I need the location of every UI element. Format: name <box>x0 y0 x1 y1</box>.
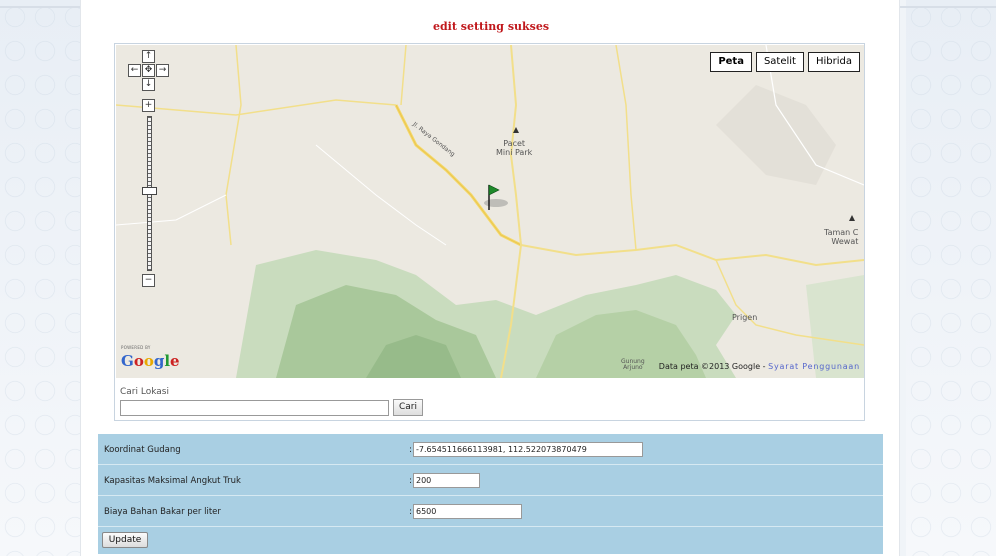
kapasitas-field[interactable] <box>413 473 480 488</box>
settings-row-koordinat: Koordinat Gudang : <box>98 434 883 465</box>
biaya-field[interactable] <box>413 504 522 519</box>
pan-down-icon[interactable]: ↓ <box>142 78 155 91</box>
pan-right-icon[interactable]: → <box>156 64 169 77</box>
search-input[interactable] <box>120 400 389 416</box>
zoom-out-icon[interactable]: − <box>142 274 155 287</box>
background-pattern-right <box>906 0 996 556</box>
google-logo: POWERED BY Google <box>121 345 180 370</box>
map-type-satelit[interactable]: Satelit <box>755 52 804 72</box>
map-canvas[interactable]: Pacet Mini Park Taman C Wewat Prigen Gunun… <box>116 45 864 378</box>
koordinat-field[interactable] <box>413 442 643 457</box>
pan-center-icon[interactable]: ✥ <box>142 64 155 77</box>
biaya-label: Biaya Bahan Bakar per liter <box>104 507 221 517</box>
pan-left-icon[interactable]: ← <box>128 64 141 77</box>
settings-row-kapasitas: Kapasitas Maksimal Angkut Truk : <box>98 465 883 496</box>
search-label: Cari Lokasi <box>120 387 169 397</box>
search-button[interactable]: Cari <box>393 399 423 416</box>
background-pattern-left <box>0 0 90 556</box>
map-tiles <box>116 45 864 378</box>
zoom-in-icon[interactable]: + <box>142 99 155 112</box>
map-panel: Pacet Mini Park Taman C Wewat Prigen Gunun… <box>114 43 865 421</box>
zoom-slider-handle[interactable] <box>142 187 157 195</box>
main-content: edit setting sukses Pacet Mini Park Tama… <box>80 0 900 556</box>
status-message: edit setting sukses <box>432 20 550 33</box>
map-copyright: Data peta ©2013 Google - Syarat Pengguna… <box>658 362 860 371</box>
settings-form: Koordinat Gudang : Kapasitas Maksimal An… <box>98 434 883 554</box>
map-type-hibrida[interactable]: Hibrida <box>807 52 860 72</box>
map-type-peta[interactable]: Peta <box>710 52 752 72</box>
place-label-gunung: Gunung Arjuno <box>621 358 645 371</box>
settings-row-biaya: Biaya Bahan Bakar per liter : <box>98 496 883 527</box>
pan-up-icon[interactable]: ↑ <box>142 50 155 63</box>
koordinat-label: Koordinat Gudang <box>104 445 181 455</box>
settings-actions: Update <box>98 527 883 554</box>
kapasitas-label: Kapasitas Maksimal Angkut Truk <box>104 476 241 486</box>
map-type-switcher: Peta Satelit Hibrida <box>706 52 860 72</box>
place-label-taman: Taman C Wewat <box>824 228 859 246</box>
terms-link[interactable]: Syarat Penggunaan <box>768 362 860 371</box>
place-label-prigen: Prigen <box>732 313 758 322</box>
place-label-park: Pacet Mini Park <box>496 139 533 157</box>
update-button[interactable]: Update <box>102 532 148 548</box>
